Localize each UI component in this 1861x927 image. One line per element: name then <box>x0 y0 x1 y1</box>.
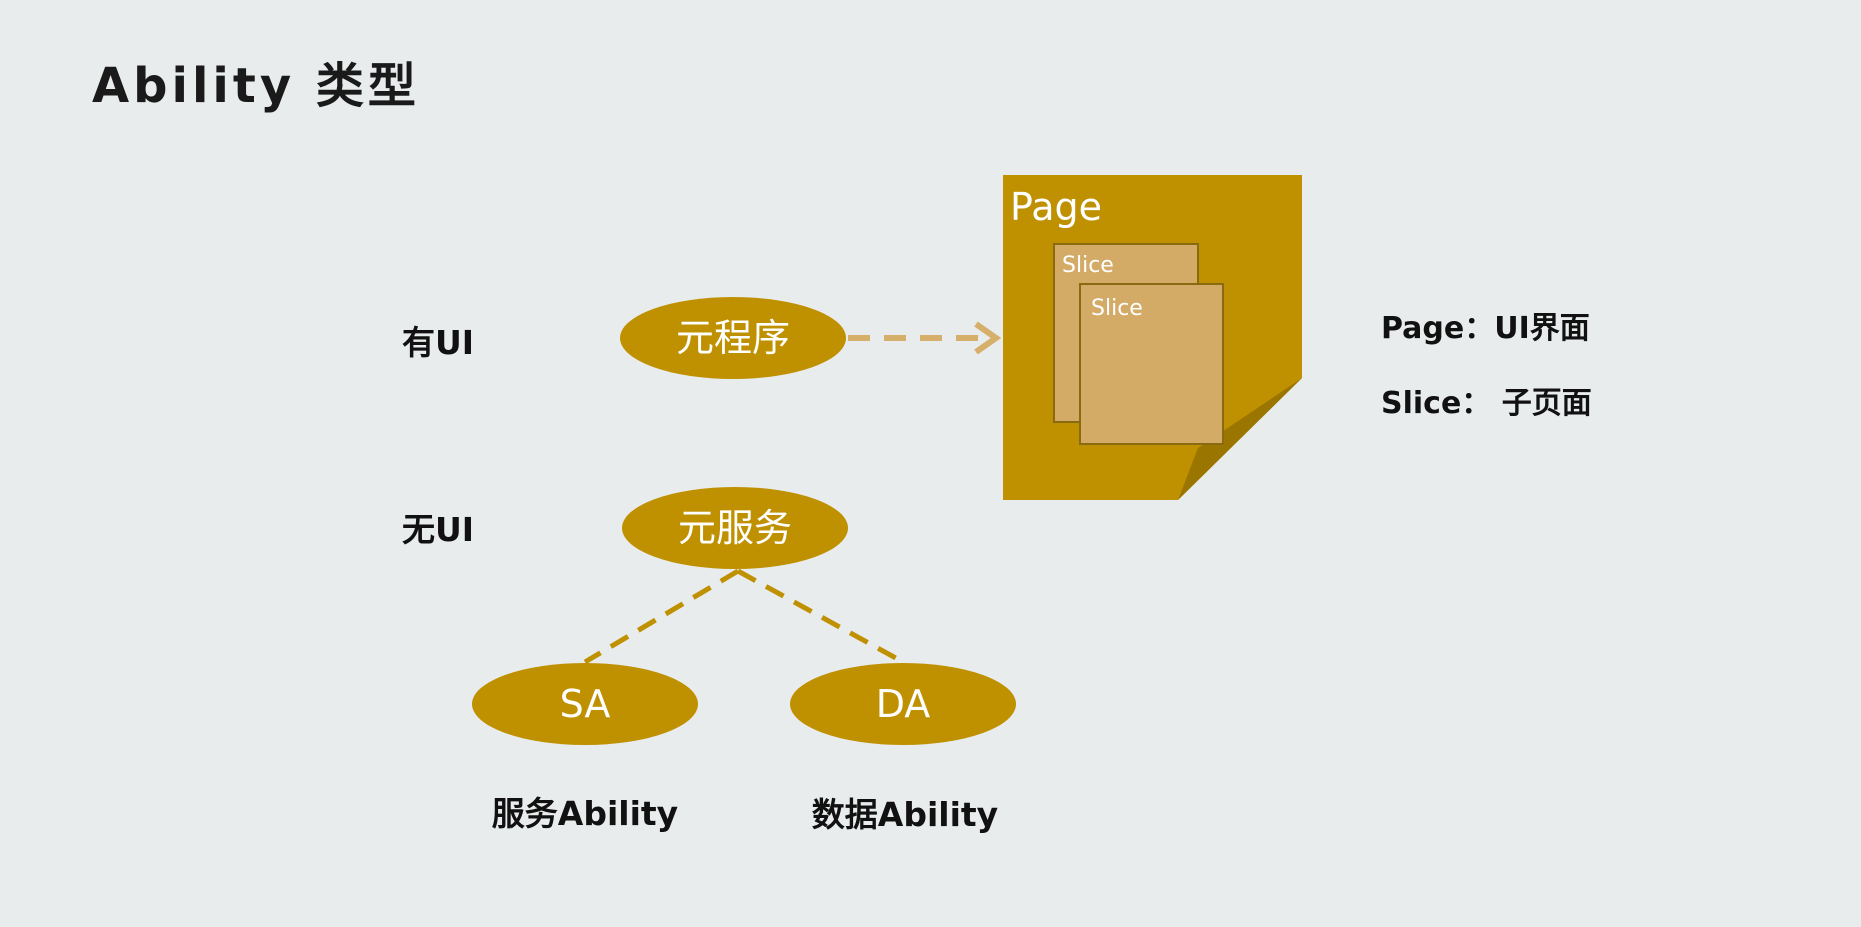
da-caption: 数据Ability <box>811 795 999 834</box>
meta-service-label: 元服务 <box>678 506 792 550</box>
node-da: DA <box>790 663 1016 745</box>
arrow-head-icon <box>974 321 1002 355</box>
page-card-title: Page <box>1010 185 1102 229</box>
sa-label: SA <box>560 682 611 726</box>
node-meta-program: 元程序 <box>620 297 846 379</box>
connector-sa <box>583 568 740 665</box>
da-label: DA <box>876 682 931 726</box>
page-card: Page Slice Slice <box>1003 175 1302 500</box>
meta-program-label: 元程序 <box>676 316 790 360</box>
slice-front-label: Slice <box>1091 296 1143 321</box>
connector-da <box>736 568 905 665</box>
slide: Ability 类型 有UI 无UI Page Slice Slice 元程序 … <box>0 0 1861 927</box>
node-meta-service: 元服务 <box>622 487 848 569</box>
legend-page: Page：UI界面 <box>1381 311 1590 346</box>
sa-caption: 服务Ability <box>491 794 679 833</box>
legend-slice: Slice： 子页面 <box>1381 386 1592 421</box>
slice-back-label: Slice <box>1062 253 1114 278</box>
node-sa: SA <box>472 663 698 745</box>
